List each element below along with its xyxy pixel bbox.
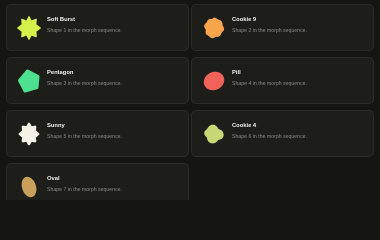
shape-name: Cookie 4 [232, 123, 257, 129]
shape-card-pill[interactable]: Pill Shape 4 in the morph sequence. [191, 57, 374, 104]
shape-description: Shape 1 in the morph sequence. [47, 28, 122, 34]
cookie-9-shape [204, 17, 225, 39]
oval-shape-icon [17, 175, 41, 199]
shape-description: Shape 3 in the morph sequence. [47, 81, 122, 87]
shape-card-sunny[interactable]: Sunny Shape 5 in the morph sequence. [6, 110, 189, 157]
shape-card-pentagon[interactable]: Pentagon Shape 3 in the morph sequence. [6, 57, 189, 104]
shape-name: Soft Burst [47, 17, 76, 23]
shape-description: Shape 4 in the morph sequence. [232, 81, 307, 87]
shape-description: Shape 5 in the morph sequence. [47, 134, 122, 140]
soft-burst-shape-icon [17, 16, 41, 40]
shape-name: Sunny [47, 123, 65, 129]
shape-description: Shape 2 in the morph sequence. [232, 28, 307, 34]
oval-shape [21, 176, 37, 198]
shape-name: Pentagon [47, 70, 74, 76]
cookie-4-shape-icon [202, 122, 226, 146]
shape-name: Cookie 9 [232, 17, 257, 23]
shape-card-oval[interactable]: Oval Shape 7 in the morph sequence. [6, 163, 189, 200]
pill-shape [203, 71, 225, 91]
soft-burst-shape [17, 16, 41, 40]
shape-name: Pill [232, 70, 241, 76]
shape-name: Oval [47, 176, 60, 182]
sunny-shape-icon [17, 122, 41, 146]
sunny-shape [18, 122, 40, 146]
shape-card-soft-burst[interactable]: Soft Burst Shape 1 in the morph sequence… [6, 4, 189, 51]
pentagon-shape [18, 69, 40, 93]
cookie-4-shape [204, 124, 224, 144]
shape-gallery: Soft Burst Shape 1 in the morph sequence… [0, 0, 380, 200]
shape-description: Shape 6 in the morph sequence. [232, 134, 307, 140]
shape-card-cookie-4[interactable]: Cookie 4 Shape 6 in the morph sequence. [191, 110, 374, 157]
shape-card-cookie-9[interactable]: Cookie 9 Shape 2 in the morph sequence. [191, 4, 374, 51]
pill-shape-icon [202, 69, 226, 93]
cookie-9-shape-icon [202, 16, 226, 40]
shape-description: Shape 7 in the morph sequence. [47, 187, 122, 193]
pentagon-shape-icon [17, 69, 41, 93]
